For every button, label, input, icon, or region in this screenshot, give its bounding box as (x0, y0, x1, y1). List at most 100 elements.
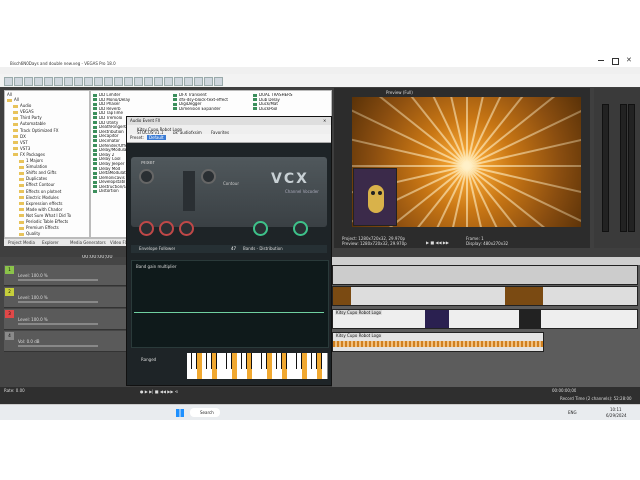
tree-item[interactable]: Simulation (19, 164, 47, 169)
tree-item[interactable]: VST (13, 140, 28, 145)
tree-item[interactable]: Automatable (13, 121, 46, 126)
track-header[interactable]: 2 Level: 100.0 % (4, 287, 126, 308)
envelope-label[interactable]: Envelope Follower (139, 246, 175, 251)
tab-project-media[interactable]: Project Media (8, 240, 35, 245)
clip-track-2[interactable] (332, 286, 638, 306)
tab-explorer[interactable]: Explorer (42, 240, 59, 245)
white-key[interactable] (322, 353, 328, 379)
toolbar-button[interactable] (54, 77, 63, 86)
track-header[interactable]: 1 Level: 100.0 % (4, 265, 126, 286)
toolbar-button[interactable] (84, 77, 93, 86)
bands-value[interactable]: 47 (231, 246, 236, 251)
fx-item[interactable]: DuckPool (253, 107, 331, 112)
tab-media-generators[interactable]: Media Generators (70, 240, 106, 245)
clip-track-4-audio[interactable]: Kitsy Cupo Robot Logo (332, 332, 544, 352)
toolbar-button[interactable] (24, 77, 33, 86)
timeline[interactable]: Kitsy Cupo Robot Logo Kitsy Cupo Robot L… (332, 257, 640, 387)
master-fader[interactable] (602, 104, 609, 232)
tree-item[interactable]: Effects on plotnet (19, 189, 61, 194)
mixer-fader[interactable] (183, 171, 195, 211)
low-knob[interactable] (293, 221, 308, 236)
tree-item[interactable]: 1 Majors (19, 158, 43, 163)
toolbar-button[interactable] (74, 77, 83, 86)
tree-item[interactable]: VEGAS (13, 109, 34, 114)
tree-item[interactable]: Effect Contour (19, 182, 55, 187)
language-indicator[interactable]: ENG (568, 410, 577, 415)
track-level-slider[interactable] (18, 345, 98, 347)
clip-track-1[interactable] (332, 265, 638, 285)
band-gain-label[interactable]: Band gain multiplier (136, 264, 177, 269)
tree-item[interactable]: All (7, 97, 19, 102)
fx-folder-tree[interactable]: All All Audio VEGAS Third Party Automatable T… (4, 90, 90, 238)
taskbar-search[interactable]: Search (190, 408, 220, 417)
toolbar-button[interactable] (214, 77, 223, 86)
preset-dropdown[interactable]: Default (147, 135, 166, 140)
toolbar-button[interactable] (114, 77, 123, 86)
release-knob[interactable] (159, 221, 174, 236)
attack-knob[interactable] (139, 221, 154, 236)
toolbar-button[interactable] (34, 77, 43, 86)
band-gain-graph[interactable]: Band gain multiplier (131, 260, 329, 348)
gain-knob[interactable] (201, 169, 216, 184)
windows-start-icon[interactable] (176, 409, 184, 417)
toolbar-button[interactable] (184, 77, 193, 86)
clip-track-3[interactable]: Kitsy Cupo Robot Logo (332, 309, 638, 329)
clock-date[interactable]: 6/29/2024 (606, 413, 627, 418)
tree-item[interactable]: DX (13, 134, 26, 139)
ranged-label[interactable]: Ranged (141, 357, 156, 362)
track-level-slider[interactable] (18, 279, 98, 281)
tree-item[interactable]: Periodic Table Effects (19, 219, 68, 224)
track-header[interactable]: 3 Level: 100.0 % (4, 309, 126, 330)
time-ruler[interactable] (332, 257, 640, 265)
tree-item[interactable]: Quality (19, 231, 40, 236)
toolbar-button[interactable] (164, 77, 173, 86)
track-level[interactable]: Level: 100.0 % (18, 317, 48, 322)
tree-item[interactable]: Track Optimized FX (13, 128, 59, 133)
track-level[interactable]: Level: 100.0 % (18, 295, 48, 300)
track-level-slider[interactable] (18, 323, 98, 325)
toolbar-button[interactable] (124, 77, 133, 86)
piano-keyboard[interactable] (187, 353, 328, 379)
tree-item[interactable]: Audio (13, 103, 31, 108)
high-knob[interactable] (253, 221, 268, 236)
toolbar-button[interactable] (44, 77, 53, 86)
tree-item[interactable]: Expression effects (19, 201, 63, 206)
tree-item[interactable]: Not Sure What I Did To (19, 213, 71, 218)
clock-time[interactable]: 10:11 (610, 407, 622, 412)
tree-item[interactable]: Duplicates (19, 176, 47, 181)
track-header[interactable]: 4 Vol: 0.0 dB (4, 331, 126, 352)
toolbar-button[interactable] (154, 77, 163, 86)
toolbar-button[interactable] (144, 77, 153, 86)
tree-item[interactable]: FX Packages (13, 152, 45, 157)
close-icon[interactable]: ✕ (323, 118, 326, 123)
tree-item[interactable]: Shifts and Gifts (19, 170, 56, 175)
mix-knob[interactable] (139, 169, 154, 184)
preview-quality[interactable]: Preview (Full) (386, 90, 413, 95)
tree-item[interactable]: Electric Modules (19, 195, 59, 200)
formant-knob[interactable] (179, 221, 194, 236)
play-icon[interactable]: ▶ ■ ◀◀ ▶▶ (426, 240, 449, 245)
fx-item[interactable]: Dimension Expander (173, 107, 251, 112)
toolbar-button[interactable] (204, 77, 213, 86)
maximize-icon[interactable] (612, 58, 619, 65)
toolbar-button[interactable] (94, 77, 103, 86)
tab-video-fx[interactable]: Video FX (110, 240, 128, 245)
toolbar-button[interactable] (14, 77, 23, 86)
track-level-slider[interactable] (18, 301, 98, 303)
tree-item[interactable]: Third Party (13, 115, 42, 120)
gain-curve[interactable] (134, 312, 324, 313)
close-icon[interactable]: ✕ (626, 56, 632, 64)
toolbar-button[interactable] (194, 77, 203, 86)
audio-event-fx-window[interactable]: Audio Event FX ✕ Kitsy Cupo Robot Logo S… (126, 116, 332, 386)
transport-controls[interactable]: ● ▶ ▶| ■ ◀◀ ▶▶ ⟲ (140, 389, 178, 394)
tree-item[interactable]: Made with Chador (19, 207, 62, 212)
toolbar-button[interactable] (4, 77, 13, 86)
tree-item[interactable]: VST3 (13, 146, 30, 151)
minimize-icon[interactable] (598, 60, 604, 61)
toolbar-button[interactable] (104, 77, 113, 86)
track-level[interactable]: Level: 100.0 % (18, 273, 48, 278)
toolbar-button[interactable] (174, 77, 183, 86)
track-level[interactable]: Vol: 0.0 dB (18, 339, 40, 344)
toolbar-button[interactable] (134, 77, 143, 86)
toolbar-button[interactable] (64, 77, 73, 86)
